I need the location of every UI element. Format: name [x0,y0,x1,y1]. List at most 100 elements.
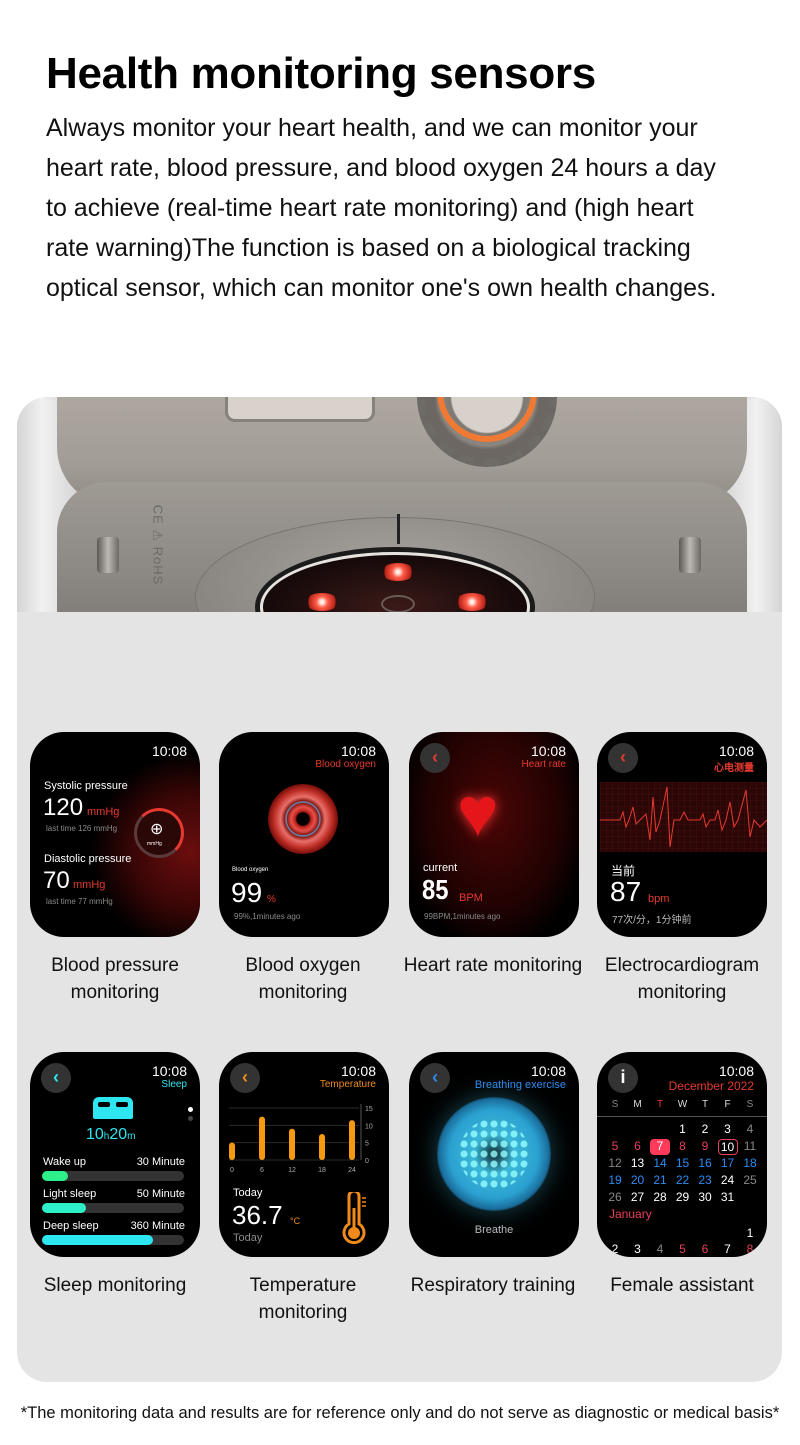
watch-side-button [225,397,375,422]
calendar-day[interactable]: 13 [628,1156,648,1170]
screen-title: Heart rate [521,759,566,770]
y-tick-label: 0 [365,1158,369,1165]
calendar-day[interactable]: 1 [740,1226,760,1240]
calendar-day[interactable]: 6 [695,1242,715,1256]
calendar-day[interactable]: 21 [650,1173,670,1187]
info-button[interactable]: i [608,1063,638,1093]
sleep-stage-bar-fill [42,1235,153,1245]
calendar-day[interactable]: 31 [718,1190,738,1204]
calendar-day[interactable]: 24 [718,1173,738,1187]
breathe-button[interactable]: Breathe [409,1224,579,1236]
calendar-day[interactable]: 20 [628,1173,648,1187]
calendar-day [605,1226,625,1240]
calendar-day [628,1122,648,1136]
ecg-value: 87 [610,876,642,907]
screen-title: Sleep [161,1079,187,1090]
calendar-day[interactable]: 3 [718,1122,738,1136]
screen-title: 心电测量 [714,763,754,774]
calendar-day[interactable]: 16 [695,1156,715,1170]
calendar-day[interactable]: 2 [605,1242,625,1256]
y-tick-label: 5 [365,1141,369,1148]
calendar-day[interactable]: 17 [718,1156,738,1170]
weekday-label: F [724,1099,731,1110]
calendar-day[interactable]: 22 [673,1173,693,1187]
calendar-day[interactable]: 25 [740,1173,760,1187]
heart-rate-value: 85 [422,874,449,905]
calendar-day [740,1190,760,1204]
page-description: Always monitor your heart health, and we… [46,114,717,302]
y-tick-label: 10 [365,1123,373,1130]
calendar-month: December 2022 [668,1079,754,1093]
calendar-day[interactable]: 1 [673,1122,693,1136]
temperature-bar [259,1116,265,1160]
calendar-week-row: 19 20 21 22 23 24 25 [605,1173,760,1187]
calendar-day [650,1226,670,1240]
sleep-stage-bar [42,1171,184,1181]
calendar-day[interactable]: 11 [740,1139,760,1155]
calendar-day[interactable]: 5 [605,1139,625,1155]
calendar-day[interactable]: 7 [718,1242,738,1256]
calendar-day[interactable]: 9 [695,1139,715,1155]
temperature-bar [349,1120,355,1160]
calendar-day[interactable]: 7 [650,1139,670,1155]
calendar-day[interactable]: 15 [673,1156,693,1170]
back-button[interactable]: ‹ [420,1063,450,1093]
weekday-label: T [701,1099,709,1110]
gauge-unit: mmHg [147,841,162,847]
watch-lug-left [97,537,119,573]
back-button[interactable]: ‹ [608,743,638,773]
calendar-day[interactable]: 28 [650,1190,670,1204]
temperature-chart: 15 10 5 0 0 6 12 18 24 [229,1104,373,1174]
calendar-day[interactable]: 23 [695,1173,715,1187]
heart-rate-label: current [423,862,458,874]
oxygen-ring-icon [268,784,338,854]
calendar-day[interactable]: 4 [650,1242,670,1256]
calendar-day[interactable]: 29 [673,1190,693,1204]
calendar-day[interactable]: 30 [695,1190,715,1204]
calendar-day[interactable]: 26 [605,1190,625,1204]
heart-rate-last: 99BPM,1minutes ago [424,912,501,921]
blood-pressure-screen: 10:08 Systolic pressure 120 mmHg last ti… [30,732,200,937]
bed-icon [93,1097,133,1119]
clock-time: 10:08 [530,743,566,759]
calendar-day[interactable]: 10 [717,1139,738,1155]
temperature-unit: °C [290,1216,301,1226]
today-label: Today [233,1187,263,1199]
calendar-day[interactable]: 18 [740,1156,760,1170]
weekday-label: S [746,1099,754,1110]
sleep-stage-value: 360 Minute [130,1220,185,1232]
calendar-day[interactable]: 8 [740,1242,760,1256]
feature-panel: CE ⚠ RoHS 10:08 Systolic pressure 120 mm… [17,397,782,1382]
page-indicator [188,1116,193,1121]
clock-time: 10:08 [340,1063,376,1079]
feature-caption: Temperature monitoring [249,1275,357,1323]
calendar-day [718,1226,738,1240]
calendar-day[interactable]: 6 [628,1139,648,1155]
calendar-day[interactable]: 12 [605,1156,625,1170]
feature-caption: Electrocardiogram monitoring [604,955,760,1003]
back-button[interactable]: ‹ [41,1063,71,1093]
calendar-week-row: 12 13 14 15 16 17 18 [605,1156,760,1170]
back-button[interactable]: ‹ [230,1063,260,1093]
calendar-day[interactable]: 5 [673,1242,693,1256]
calendar-day[interactable]: 8 [673,1139,693,1155]
sleep-stage-bar [42,1203,184,1213]
calendar-day [605,1122,625,1136]
blood-oxygen-screen: 10:08 Blood oxygen Blood oxygen 99 % 99%… [219,732,389,937]
calendar-day[interactable]: 27 [628,1190,648,1204]
screen-title: Breathing exercise [474,1079,566,1091]
female-assistant-screen: i 10:08 December 2022 S M T W T F S 1 2 3 4 5 6 7 8 9 10… [597,1052,767,1257]
heart-icon: ♥ [457,773,499,851]
calendar-day[interactable]: 4 [740,1122,760,1136]
sleep-stage-row: Light sleep 50 Minute [43,1188,185,1200]
feature-caption: Heart rate monitoring [403,955,583,976]
calendar-day[interactable]: 19 [605,1173,625,1187]
back-button[interactable]: ‹ [420,743,450,773]
blood-pressure-cuff-icon: ⊕ [150,821,164,838]
calendar-day[interactable]: 2 [695,1122,715,1136]
calendar-day[interactable]: 14 [650,1156,670,1170]
systolic-last: last time 126 mmHg [46,824,118,833]
calendar-day[interactable]: 3 [628,1242,648,1256]
y-tick-label: 15 [365,1106,373,1113]
breathing-screen: ‹ 10:08 Breathing exercise Breathe [409,1052,579,1257]
